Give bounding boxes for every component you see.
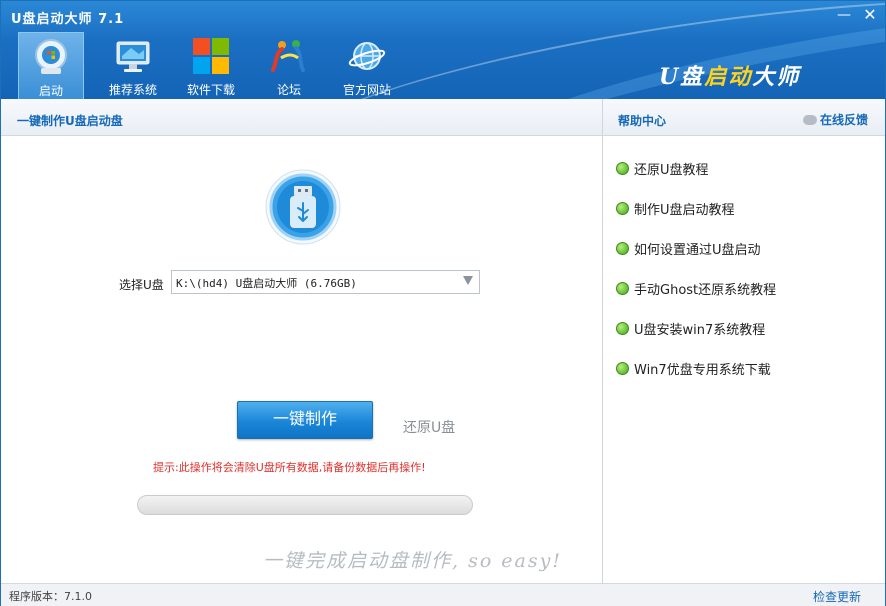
header-banner: U盘启动大师 7.1 — ✕ 启动 推荐系统 软件下载 论坛 官方网站 U盘启动… xyxy=(1,1,885,99)
make-panel-header: 一键制作U盘启动盘 xyxy=(1,99,602,136)
monitor-icon xyxy=(116,41,150,72)
panel-divider xyxy=(602,99,603,583)
people-icon xyxy=(271,40,305,72)
select-usb-label: 选择U盘 xyxy=(119,278,164,292)
nav-item-software-download[interactable]: 软件下载 xyxy=(172,32,250,98)
windows-logo-icon xyxy=(193,38,229,74)
check-update-link[interactable]: 检查更新 xyxy=(813,588,861,605)
nav-item-recommend-system[interactable]: 推荐系统 xyxy=(94,32,172,98)
green-dot-icon xyxy=(616,322,629,335)
one-click-make-button[interactable]: 一键制作 xyxy=(237,401,373,439)
nav-item-official-site[interactable]: 官方网站 xyxy=(328,32,406,98)
usb-drive-select-value: K:\(hd4) U盘启动大师 (6.76GB) xyxy=(176,277,357,290)
brand-logo: U盘启动大师 xyxy=(659,64,801,90)
status-bar: 程序版本：7.1.0 检查更新 xyxy=(1,583,885,606)
nav-label: 软件下载 xyxy=(186,83,235,97)
help-item[interactable]: 手动Ghost还原系统教程 xyxy=(616,279,776,319)
nav-label: 推荐系统 xyxy=(108,83,157,97)
usb-drive-select[interactable]: K:\(hd4) U盘启动大师 (6.76GB) xyxy=(171,270,480,294)
online-feedback-link[interactable]: 在线反馈 xyxy=(803,111,868,128)
help-item[interactable]: Win7优盘专用系统下载 xyxy=(616,359,776,399)
help-panel-header: 帮助中心 在线反馈 xyxy=(603,99,885,136)
make-panel-title: 一键制作U盘启动盘 xyxy=(17,114,123,128)
top-nav: 启动 推荐系统 软件下载 论坛 官方网站 xyxy=(18,32,406,99)
help-item[interactable]: 如何设置通过U盘启动 xyxy=(616,239,776,279)
window-title: U盘启动大师 7.1 xyxy=(11,12,125,27)
slogan-text: 一键完成启动盘制作, so easy! xyxy=(263,550,563,572)
nav-label: 启动 xyxy=(38,84,63,98)
green-dot-icon xyxy=(616,162,629,175)
help-item[interactable]: U盘安装win7系统教程 xyxy=(616,319,776,359)
green-dot-icon xyxy=(616,282,629,295)
minimize-button[interactable]: — xyxy=(835,7,853,23)
usb-drive-icon xyxy=(265,169,341,245)
nav-label: 官方网站 xyxy=(342,83,391,97)
nav-item-forum[interactable]: 论坛 xyxy=(250,32,328,98)
help-list: 还原U盘教程 制作U盘启动教程 如何设置通过U盘启动 手动Ghost还原系统教程… xyxy=(616,159,776,399)
nav-label: 论坛 xyxy=(276,83,301,97)
help-item[interactable]: 制作U盘启动教程 xyxy=(616,199,776,239)
close-button[interactable]: ✕ xyxy=(861,7,879,23)
globe-icon xyxy=(348,42,386,70)
green-dot-icon xyxy=(616,362,629,375)
chevron-down-icon[interactable] xyxy=(463,276,473,285)
progress-bar xyxy=(137,495,473,515)
version-text: 程序版本：7.1.0 xyxy=(9,590,92,603)
help-item[interactable]: 还原U盘教程 xyxy=(616,159,776,199)
startup-icon xyxy=(35,39,67,74)
warning-text: 提示:此操作将会清除U盘所有数据,请备份数据后再操作! xyxy=(153,461,426,474)
main-window: U盘启动大师 7.1 — ✕ 启动 推荐系统 软件下载 论坛 官方网站 U盘启动… xyxy=(0,0,886,606)
nav-item-startup[interactable]: 启动 xyxy=(18,32,84,99)
green-dot-icon xyxy=(616,202,629,215)
green-dot-icon xyxy=(616,242,629,255)
restore-usb-link[interactable]: 还原U盘 xyxy=(403,417,455,437)
chat-bubble-icon xyxy=(803,115,817,125)
help-panel-title: 帮助中心 xyxy=(618,114,667,128)
